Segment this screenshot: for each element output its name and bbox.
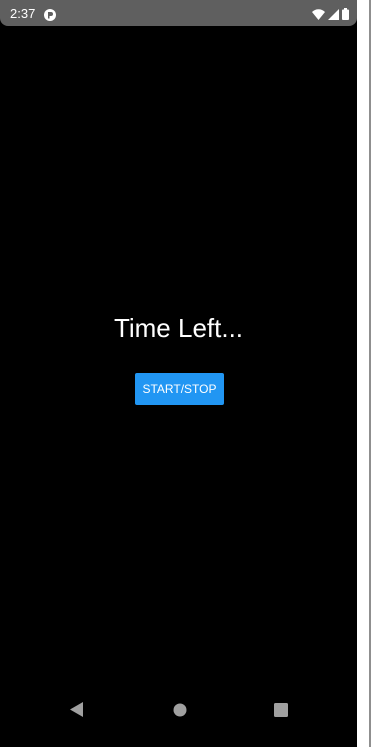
recents-icon[interactable] (274, 703, 288, 722)
status-bar: 2:37 (0, 0, 357, 26)
status-icons (312, 7, 349, 21)
status-time: 2:37 (10, 6, 36, 21)
screen-edge (357, 0, 371, 747)
signal-icon (328, 8, 339, 20)
app-screen: 2:37 Time Left... START/STOP (0, 0, 357, 747)
wifi-icon (312, 8, 325, 20)
time-left-label: Time Left... (113, 313, 244, 343)
start-stop-button[interactable]: START/STOP (135, 373, 224, 405)
back-icon[interactable] (70, 702, 83, 722)
home-icon[interactable] (173, 703, 187, 722)
battery-icon (342, 8, 349, 20)
navigation-bar (0, 690, 357, 730)
app-notification-icon (44, 8, 56, 21)
